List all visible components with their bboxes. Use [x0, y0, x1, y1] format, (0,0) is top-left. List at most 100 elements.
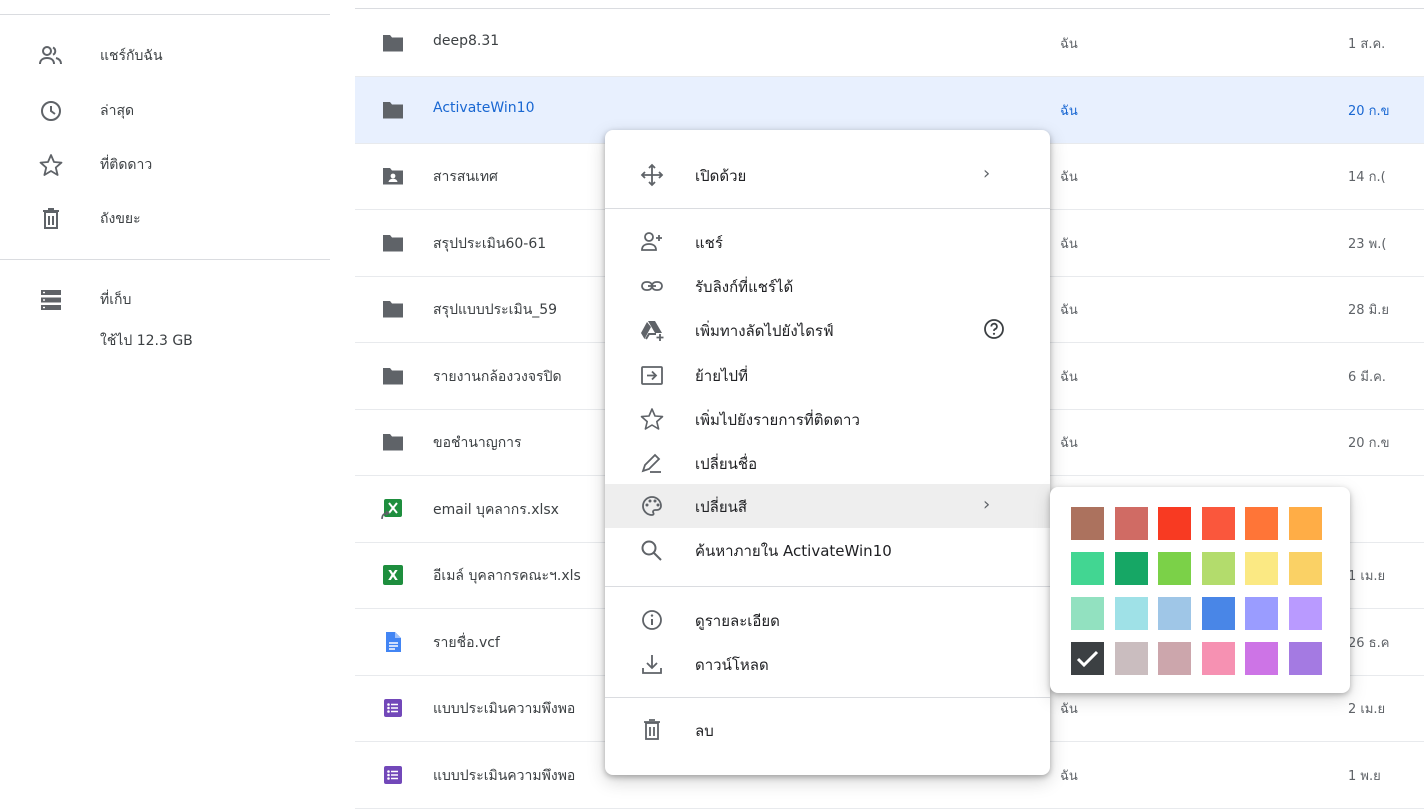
color-swatch[interactable]: [1245, 507, 1278, 540]
trash-icon: [43, 208, 59, 229]
folder-icon: [383, 101, 403, 118]
chevron-right-icon: ›: [983, 494, 991, 515]
open-with-icon: [640, 163, 664, 187]
sidebar-item-starred[interactable]: ที่ติดดาว: [0, 145, 330, 185]
color-swatch[interactable]: [1245, 642, 1278, 675]
color-swatch[interactable]: [1114, 642, 1148, 675]
recent-clock-icon: [41, 101, 61, 121]
menu-item-label: ลบ: [695, 722, 714, 740]
color-swatch[interactable]: [1071, 597, 1104, 630]
color-swatch[interactable]: [1071, 507, 1104, 540]
file-modified-date: 23 พ.(: [1348, 236, 1387, 252]
shared-folder-icon: [383, 168, 403, 185]
info-icon: [642, 610, 662, 630]
menu-item-label: ดาวน์โหลด: [695, 656, 769, 674]
file-modified-date: 6 มี.ค.: [1348, 369, 1386, 385]
sidebar-storage-divider: [0, 259, 330, 260]
color-swatch[interactable]: [1245, 597, 1278, 630]
color-swatch[interactable]: [1201, 597, 1235, 630]
file-name: รายงานกล้องวงจรปิด: [433, 368, 562, 385]
folder-icon: [383, 35, 403, 52]
file-row[interactable]: deep8.31 ฉัน 1 ส.ค.: [355, 10, 1424, 77]
color-swatch[interactable]: [1114, 597, 1148, 630]
color-swatch[interactable]: [1158, 642, 1191, 675]
storage-icon: [41, 290, 61, 310]
color-swatch[interactable]: [1158, 597, 1191, 630]
excel-icon: X: [383, 565, 403, 585]
color-palette: [1050, 487, 1350, 693]
file-name: ขอชำนาญการ: [433, 435, 522, 451]
sidebar-item-storage[interactable]: ที่เก็บ: [0, 280, 330, 320]
color-swatch[interactable]: [1201, 507, 1235, 540]
menu-item-label: ดูรายละเอียด: [695, 612, 780, 630]
menu-item-open-with[interactable]: เปิดด้วย ›: [605, 155, 1050, 195]
file-name: email บุคลากร.xlsx: [433, 501, 559, 518]
search-icon: [641, 540, 662, 561]
file-owner: ฉัน: [1060, 436, 1078, 451]
star-icon: [39, 154, 63, 176]
rename-pencil-icon: [641, 453, 661, 473]
chevron-right-icon: ›: [983, 163, 991, 184]
sidebar-item-recent[interactable]: ล่าสุด: [0, 91, 330, 131]
color-swatch[interactable]: [1201, 552, 1235, 585]
menu-item-rename-pencil[interactable]: เปลี่ยนชื่อ: [605, 443, 1050, 483]
file-owner: ฉัน: [1060, 702, 1078, 717]
menu-item-star-outline[interactable]: เพิ่มไปยังรายการที่ติดดาว: [605, 399, 1050, 439]
add-to-drive-icon: [641, 321, 664, 341]
menu-item-label: ย้ายไปที่: [695, 367, 748, 385]
download-icon: [642, 655, 662, 674]
shared-with-me-icon: [39, 46, 62, 65]
menu-item-link[interactable]: รับลิงก์ที่แชร์ได้: [605, 266, 1050, 306]
color-swatch[interactable]: [1071, 552, 1104, 585]
menu-item-download[interactable]: ดาวน์โหลด: [605, 644, 1050, 684]
file-modified-date: 1 พ.ย: [1348, 768, 1381, 784]
file-owner: ฉัน: [1060, 236, 1078, 252]
color-swatch[interactable]: [1288, 597, 1322, 630]
menu-item-label: เปลี่ยนชื่อ: [695, 455, 758, 473]
menu-item-search[interactable]: ค้นหาภายใน ActivateWin10: [605, 530, 1050, 570]
file-name: ActivateWin10: [433, 99, 535, 116]
color-swatch[interactable]: [1114, 507, 1148, 540]
sidebar-item-trash[interactable]: ถังขยะ: [0, 199, 330, 239]
share-person-add-icon: [641, 232, 662, 251]
color-swatch[interactable]: [1288, 507, 1322, 540]
doc-icon: [386, 631, 401, 652]
menu-item-info[interactable]: ดูรายละเอียด: [605, 600, 1050, 640]
help-icon[interactable]: [983, 318, 1005, 340]
color-swatch[interactable]: [1201, 642, 1235, 675]
menu-item-label: แชร์: [695, 234, 723, 252]
excel-shortcut-icon: [381, 498, 402, 519]
color-swatch[interactable]: [1245, 552, 1278, 585]
menu-item-label: ค้นหาภายใน ActivateWin10: [695, 542, 892, 560]
menu-item-label: เพิ่มทางลัดไปยังไดรฟ์: [695, 322, 834, 340]
menu-item-trash[interactable]: ลบ: [605, 710, 1050, 750]
file-name: สารสนเทศ: [433, 169, 498, 185]
file-modified-date: 20 ก.ข: [1348, 103, 1390, 119]
menu-item-add-to-drive[interactable]: เพิ่มทางลัดไปยังไดรฟ์: [605, 310, 1050, 350]
menu-separator: [605, 697, 1050, 698]
file-owner: ฉัน: [1060, 170, 1078, 185]
star-outline-icon: [640, 408, 664, 430]
color-swatch[interactable]: [1158, 507, 1191, 540]
menu-item-label: เปิดด้วย: [695, 167, 747, 185]
sidebar-item-label: แชร์กับฉัน: [100, 48, 163, 64]
file-owner: ฉัน: [1060, 369, 1078, 385]
color-swatch[interactable]: [1071, 642, 1104, 675]
file-owner: ฉัน: [1060, 37, 1078, 52]
list-top-divider: [355, 8, 1424, 9]
sidebar-item-shared-with-me[interactable]: แชร์กับฉัน: [0, 36, 330, 76]
menu-item-label: เพิ่มไปยังรายการที่ติดดาว: [695, 411, 860, 429]
menu-item-share-person-add[interactable]: แชร์: [605, 222, 1050, 262]
color-swatch[interactable]: [1288, 552, 1322, 585]
storage-label: ที่เก็บ: [100, 292, 132, 308]
menu-item-palette[interactable]: เปลี่ยนสี ›: [605, 484, 1050, 528]
color-swatch[interactable]: [1114, 552, 1148, 585]
color-swatch[interactable]: [1288, 642, 1322, 675]
menu-separator: [605, 586, 1050, 587]
color-swatch[interactable]: [1158, 552, 1191, 585]
menu-item-move-to[interactable]: ย้ายไปที่: [605, 355, 1050, 395]
folder-icon: [383, 234, 403, 251]
form-icon: [384, 699, 402, 717]
file-modified-date: 28 มิ.ย: [1348, 303, 1389, 318]
storage-usage: ใช้ไป 12.3 GB: [100, 333, 193, 349]
